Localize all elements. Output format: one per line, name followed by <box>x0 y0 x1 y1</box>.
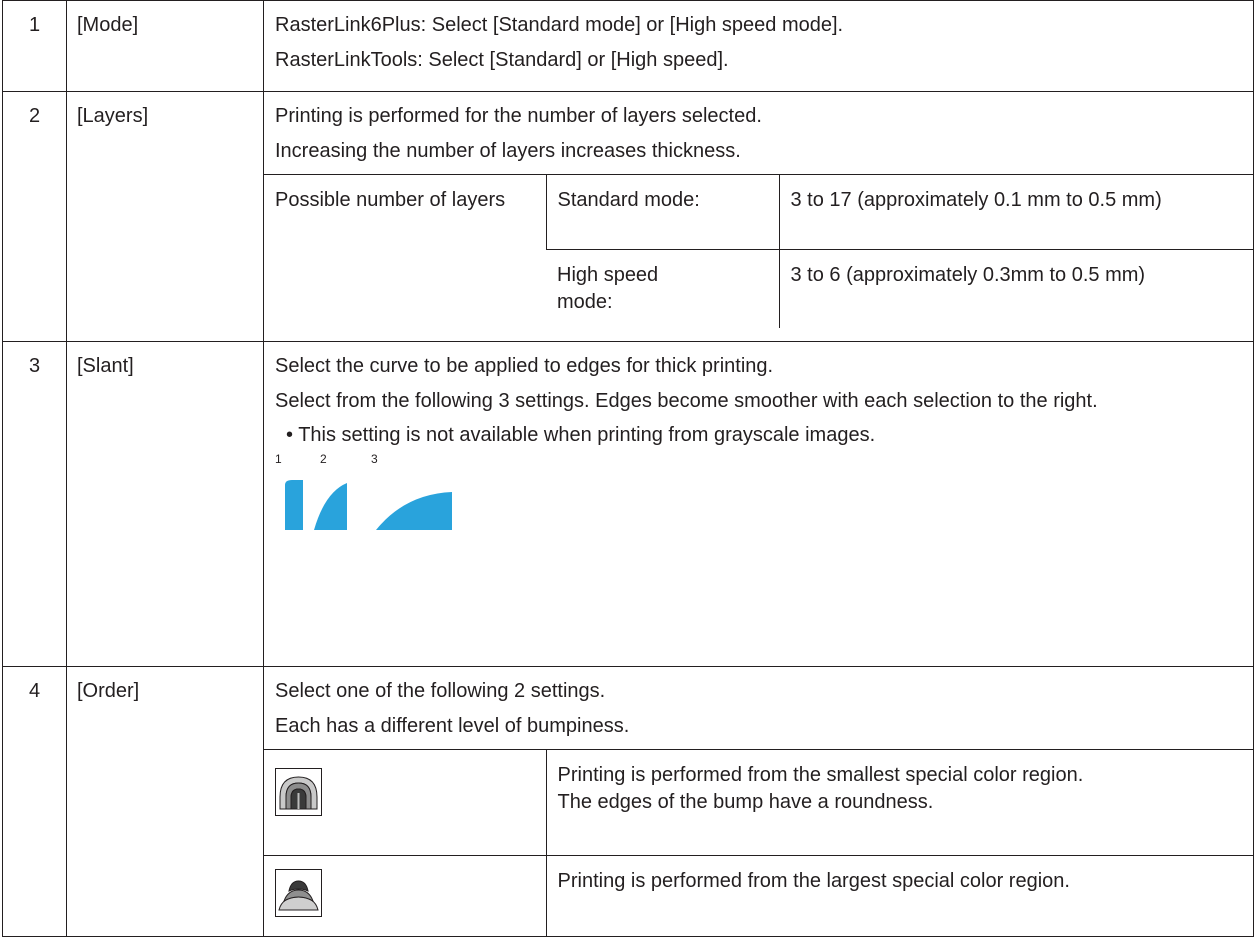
table-row-order: 4 [Order] Select one of the following 2 … <box>2 666 1254 937</box>
layers-subtable: Possible number of layers Standard mode:… <box>264 174 1253 328</box>
slant-shapes-icon <box>285 480 452 530</box>
slant-shape-1 <box>285 480 303 530</box>
order-option-text: Printing is performed from the smallest … <box>545 749 1253 856</box>
setting-name: [Layers] <box>66 91 264 342</box>
slant-illustration: 1 2 3 <box>275 452 1253 530</box>
description-line: Each has a different level of bumpiness. <box>275 715 630 737</box>
table-row-mode: 1 [Mode] RasterLink6Plus: Select [Standa… <box>2 0 1254 92</box>
large-region-first-icon <box>275 869 322 917</box>
order-option-text: Printing is performed from the largest s… <box>545 855 1253 936</box>
possible-layers-label: Possible number of layers <box>264 174 546 328</box>
layer-range: 3 to 17 (approximately 0.1 mm to 0.5 mm) <box>778 174 1253 250</box>
row-number: 4 <box>2 666 67 937</box>
setting-description: Printing is performed for the number of … <box>263 91 1254 342</box>
order-subtable: Printing is performed from the smallest … <box>264 749 1253 936</box>
setting-description: Select the curve to be applied to edges … <box>263 341 1254 667</box>
setting-description: RasterLink6Plus: Select [Standard mode] … <box>263 0 1254 92</box>
description-line: RasterLink6Plus: Select [Standard mode] … <box>275 14 844 36</box>
layer-range: 3 to 6 (approximately 0.3mm to 0.5 mm) <box>778 249 1253 328</box>
description-line: Select one of the following 2 settings. <box>275 680 606 702</box>
mode-label: Standard mode: <box>545 174 779 250</box>
table-row-slant: 3 [Slant] Select the curve to be applied… <box>2 341 1254 667</box>
mode-label: High speed mode: <box>546 249 779 328</box>
setting-name: [Slant] <box>66 341 264 667</box>
table-row-layers: 2 [Layers] Printing is performed for the… <box>2 91 1254 342</box>
small-region-first-icon <box>275 768 322 816</box>
setting-name: [Order] <box>66 666 264 937</box>
setting-description: Select one of the following 2 settings. … <box>263 666 1254 937</box>
setting-name: [Mode] <box>66 0 264 92</box>
description-line: Printing is performed for the number of … <box>275 105 762 127</box>
description-line: Select the curve to be applied to edges … <box>275 355 774 377</box>
order-icon-cell <box>264 855 546 936</box>
description-line: Increasing the number of layers increase… <box>275 140 741 162</box>
description-line: Select from the following 3 settings. Ed… <box>275 390 1098 412</box>
note-bullet: • This setting is not available when pri… <box>286 424 876 446</box>
order-icon-cell <box>264 749 546 856</box>
description-line: RasterLinkTools: Select [Standard] or [H… <box>275 49 729 71</box>
row-number: 1 <box>2 0 67 92</box>
slant-shape-3 <box>376 492 452 530</box>
row-number: 3 <box>2 341 67 667</box>
row-number: 2 <box>2 91 67 342</box>
settings-table-document: 1 [Mode] RasterLink6Plus: Select [Standa… <box>0 0 1256 937</box>
slant-shape-2 <box>314 483 347 530</box>
settings-table: 1 [Mode] RasterLink6Plus: Select [Standa… <box>2 0 1254 937</box>
